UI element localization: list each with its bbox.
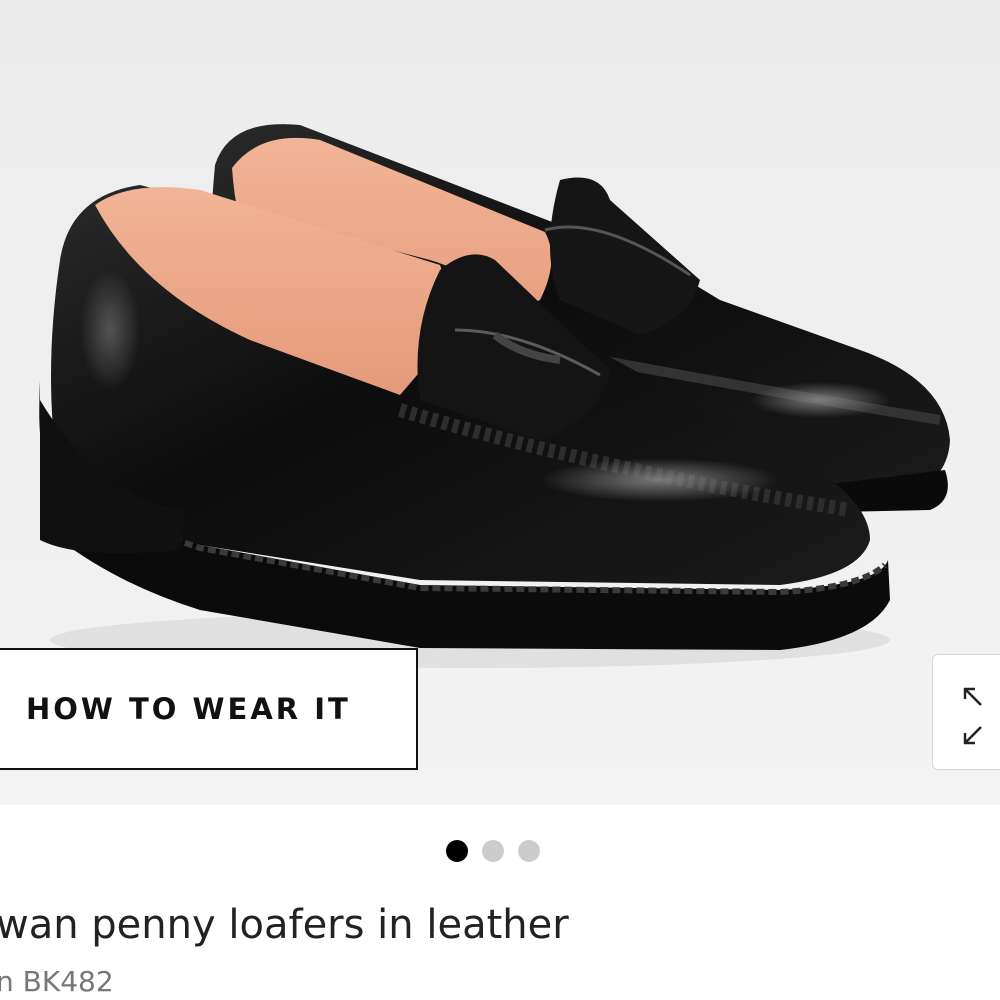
how-to-wear-button[interactable]: HOW TO WEAR IT <box>0 648 418 770</box>
how-to-wear-label: HOW TO WEAR IT <box>26 692 351 726</box>
product-item-code: n BK482 <box>0 965 114 998</box>
product-title: wan penny loafers in leather <box>0 902 569 948</box>
expand-arrows-icon <box>963 687 982 745</box>
carousel-dots <box>446 840 540 862</box>
carousel-dot-2[interactable] <box>482 840 504 862</box>
product-image[interactable]: HOW TO WEAR IT <box>0 0 1000 805</box>
carousel-dot-1[interactable] <box>446 840 468 862</box>
expand-image-button[interactable] <box>932 654 1000 770</box>
product-page: HOW TO WEAR IT wan penny loafers in leat… <box>0 0 1000 1000</box>
carousel-dot-3[interactable] <box>518 840 540 862</box>
